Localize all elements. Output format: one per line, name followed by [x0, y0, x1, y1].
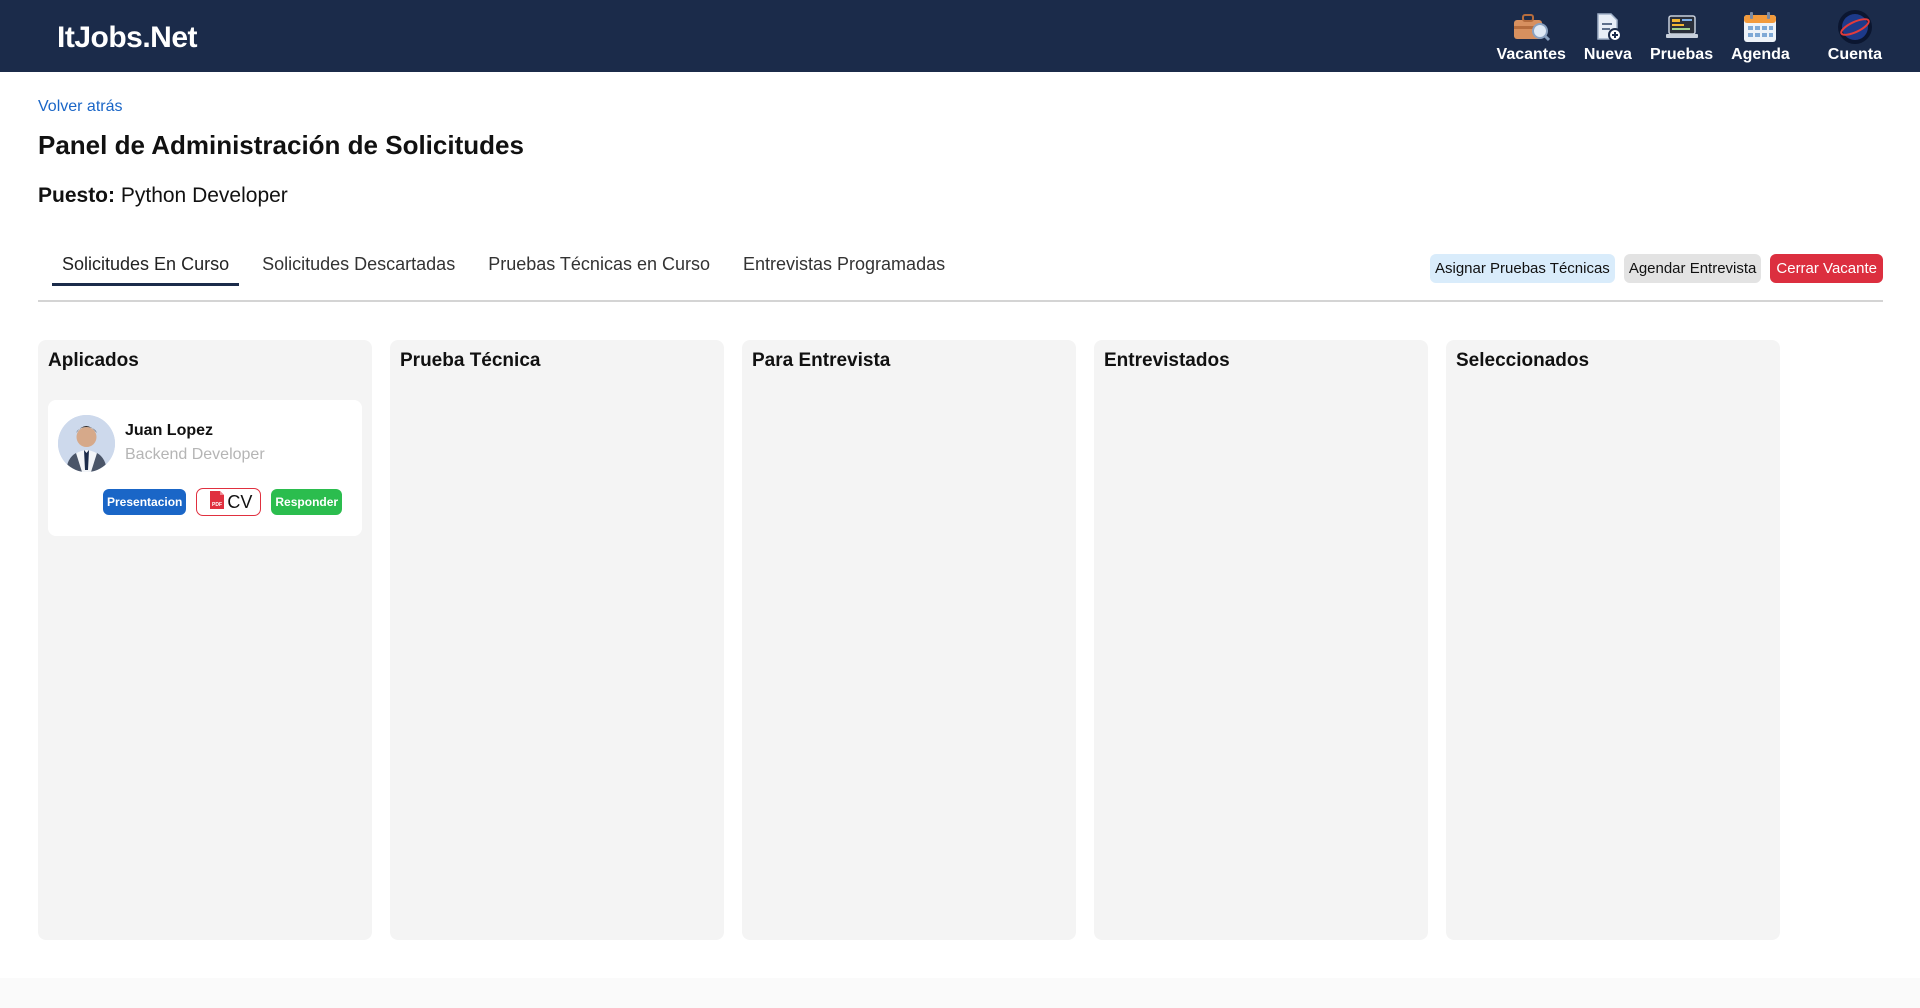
- respond-button[interactable]: Responder: [271, 489, 343, 515]
- page-title: Panel de Administración de Solicitudes: [38, 130, 524, 160]
- cv-label: CV: [227, 491, 253, 512]
- position-label: Puesto:: [38, 184, 116, 207]
- column-title: Prueba Técnica: [400, 350, 541, 371]
- brand-logo[interactable]: ItJobs.Net: [57, 21, 198, 55]
- pdf-icon: PDF: [209, 490, 225, 515]
- column-prueba-tecnica[interactable]: Prueba Técnica: [390, 340, 724, 940]
- back-link[interactable]: Volver atrás: [38, 98, 122, 116]
- nav-label-pruebas: Pruebas: [1649, 46, 1714, 63]
- tab-solicitudes-descartadas[interactable]: Solicitudes Descartadas: [252, 252, 465, 286]
- new-document-icon: [1588, 10, 1628, 44]
- column-title: Seleccionados: [1456, 350, 1590, 371]
- candidate-actions: Presentacion PDF CV Responder: [103, 488, 352, 516]
- candidate-avatar: [58, 415, 115, 472]
- candidate-card[interactable]: Juan Lopez Backend Developer Presentacio…: [48, 400, 362, 536]
- code-laptop-icon: [1662, 10, 1702, 44]
- nav-item-pruebas[interactable]: Pruebas: [1650, 10, 1713, 64]
- action-buttons: Asignar Pruebas Técnicas Agendar Entrevi…: [1421, 254, 1883, 283]
- briefcase-search-icon: [1511, 10, 1551, 44]
- position-value: Python Developer: [120, 184, 288, 207]
- tab-list: Solicitudes En Curso Solicitudes Descart…: [52, 252, 968, 286]
- cv-button[interactable]: PDF CV: [196, 488, 262, 516]
- main-nav: Vacantes Nueva Pruebas Agenda Cuenta: [1479, 0, 1882, 72]
- column-aplicados[interactable]: Aplicados Juan Lopez Backend Developer P…: [38, 340, 372, 940]
- column-title: Entrevistados: [1104, 350, 1230, 371]
- candidate-role: Backend Developer: [125, 446, 265, 463]
- schedule-interview-button[interactable]: Agendar Entrevista: [1623, 254, 1762, 283]
- account-avatar-icon: [1835, 10, 1875, 44]
- nav-label-agenda: Agenda: [1731, 46, 1790, 63]
- column-seleccionados[interactable]: Seleccionados: [1446, 340, 1780, 940]
- pdf-icon-text: PDF: [212, 502, 222, 508]
- tabs-bar: Solicitudes En Curso Solicitudes Descart…: [38, 244, 1883, 302]
- close-vacancy-button[interactable]: Cerrar Vacante: [1770, 254, 1883, 283]
- kanban-board: Aplicados Juan Lopez Backend Developer P…: [38, 340, 1798, 940]
- column-title: Aplicados: [48, 350, 139, 371]
- candidate-name: Juan Lopez: [125, 422, 214, 439]
- tab-solicitudes-en-curso[interactable]: Solicitudes En Curso: [52, 252, 240, 286]
- assign-tests-button[interactable]: Asignar Pruebas Técnicas: [1429, 254, 1615, 283]
- nav-item-agenda[interactable]: Agenda: [1731, 10, 1790, 64]
- tab-pruebas-tecnicas-en-curso[interactable]: Pruebas Técnicas en Curso: [478, 252, 720, 286]
- calendar-icon: [1740, 10, 1780, 44]
- column-para-entrevista[interactable]: Para Entrevista: [742, 340, 1076, 940]
- nav-item-cuenta[interactable]: Cuenta: [1828, 10, 1882, 64]
- nav-item-nueva[interactable]: Nueva: [1584, 10, 1632, 64]
- nav-item-vacantes[interactable]: Vacantes: [1497, 10, 1566, 64]
- column-entrevistados[interactable]: Entrevistados: [1094, 340, 1428, 940]
- nav-label-nueva: Nueva: [1583, 46, 1632, 63]
- top-navbar: ItJobs.Net Vacantes Nueva Pruebas Agenda…: [0, 0, 1920, 72]
- nav-label-cuenta: Cuenta: [1827, 46, 1882, 63]
- presentation-button[interactable]: Presentacion: [103, 489, 187, 515]
- column-title: Para Entrevista: [752, 350, 891, 371]
- nav-label-vacantes: Vacantes: [1496, 46, 1566, 63]
- footer-strip: [0, 978, 1920, 1008]
- tab-entrevistas-programadas[interactable]: Entrevistas Programadas: [733, 252, 955, 286]
- position-info: Puesto: Python Developer: [38, 184, 288, 208]
